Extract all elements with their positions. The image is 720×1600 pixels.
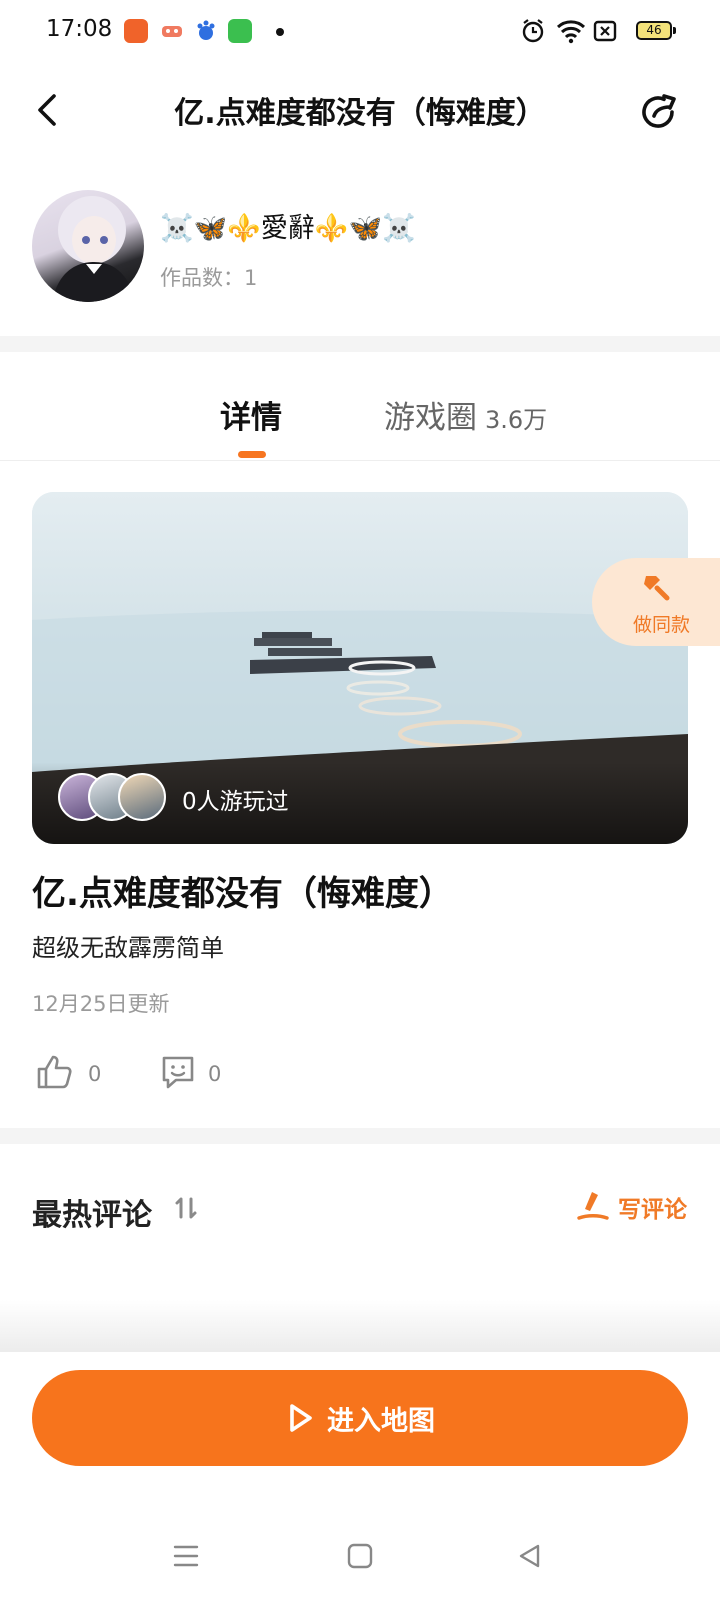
tab-game-circle-label: 游戏圈 [384,400,477,436]
enter-map-label: 进入地图 [327,1405,435,1437]
battery-icon: 46 [636,21,672,40]
played-count: 0人游玩过 [182,789,289,815]
enter-map-button[interactable]: 进入地图 [32,1370,688,1466]
player-avatar [118,773,166,821]
baidu-app-icon [194,19,218,43]
bottom-fade [0,1300,720,1352]
notification-dot [276,28,284,36]
author-avatar[interactable] [32,190,144,302]
play-icon [290,1404,312,1432]
status-time: 17:08 [46,16,113,42]
green-app-icon [228,19,252,43]
tab-game-circle[interactable]: 游戏圈 3.6万 [384,392,547,437]
like-button[interactable] [36,1054,74,1094]
alarm-icon [521,18,545,48]
share-button[interactable] [636,88,684,136]
make-same-label: 做同款 [633,614,691,636]
sort-button[interactable] [172,1195,202,1225]
back-triangle-icon [519,1544,540,1568]
back-icon [38,94,56,126]
home-button[interactable] [346,1542,374,1574]
tabs-divider [0,460,720,461]
kuaishou-app-icon [124,19,148,43]
hot-comments-title: 最热评论 [32,1198,152,1233]
sort-icon [175,1197,197,1219]
author-name[interactable]: ☠️🦋⚜️愛辭⚜️🦋☠️ [160,206,416,245]
battery-tip [673,27,676,34]
home-square-icon [347,1543,373,1569]
write-comment-label[interactable]: 写评论 [618,1190,687,1224]
wifi-icon [556,18,586,48]
status-bar: 17:08 46 [0,0,720,64]
like-count: 0 [88,1062,102,1086]
system-nav-bar [0,1520,720,1600]
comment-icon [162,1056,194,1089]
hammer-icon [644,576,670,601]
section-divider [0,1128,720,1144]
comment-button[interactable] [160,1054,196,1094]
game-app-icon [160,19,184,43]
tab-game-circle-count: 3.6万 [485,406,548,434]
share-icon [642,94,676,128]
map-description: 超级无敌霹雳简单 [32,934,224,962]
map-title: 亿.点难度都没有（悔难度） [32,874,453,914]
thumbs-up-icon [37,1055,72,1089]
works-count: 作品数：1 [160,266,258,290]
menu-button[interactable] [172,1542,200,1574]
back-nav-button[interactable] [516,1542,544,1574]
tab-details[interactable]: 详情 [220,392,282,437]
avatar-illustration [52,196,136,302]
pen-icon [577,1192,609,1220]
tab-indicator [238,451,266,458]
update-date: 12月25日更新 [32,992,170,1016]
section-divider [0,336,720,352]
tab-details-label: 详情 [220,400,282,436]
sim-off-icon [593,18,617,48]
write-comment-button[interactable] [576,1188,610,1226]
menu-icon [173,1545,199,1567]
page-title: 亿.点难度都没有（悔难度） [174,96,546,131]
back-button[interactable] [28,88,68,132]
comment-count: 0 [208,1062,222,1086]
